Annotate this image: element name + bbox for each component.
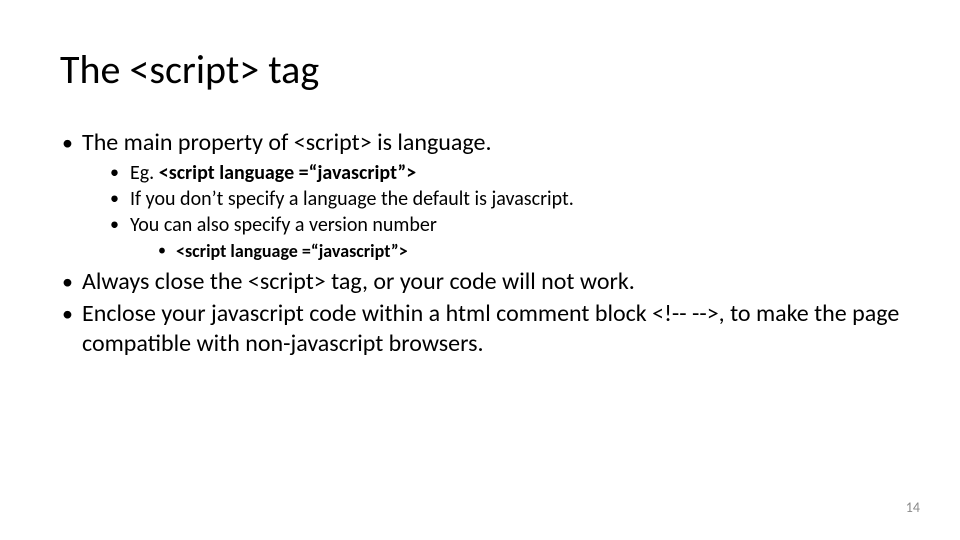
bullet-text: If you don’t specify a language the defa… — [130, 187, 574, 211]
bullet-close-tag: Always close the <script> tag, or your c… — [60, 267, 900, 297]
bullet-text: Enclose your javascript code within a ht… — [82, 299, 899, 358]
bullet-text: Eg. <script language =“javascript”> — [130, 161, 416, 185]
slide-title: The <script> tag — [60, 48, 900, 92]
code-snippet: <script language =“javascript”> — [159, 161, 416, 185]
bullet-list: The main property of <script> is languag… — [60, 128, 900, 359]
sub-sub-list: <script language =“javascript”> — [130, 240, 900, 263]
bullet-version: You can also specify a version number <s… — [108, 212, 900, 263]
sub-list: Eg. <script language =“javascript”> If y… — [82, 160, 900, 263]
slide: The <script> tag The main property of <s… — [0, 0, 960, 540]
bullet-text: You can also specify a version number — [130, 213, 437, 237]
bullet-version-example: <script language =“javascript”> — [156, 240, 900, 263]
bullet-text: Always close the <script> tag, or your c… — [82, 267, 635, 296]
page-number: 14 — [906, 499, 920, 516]
bullet-main-property: The main property of <script> is languag… — [60, 128, 900, 263]
bullet-comment-block: Enclose your javascript code within a ht… — [60, 299, 900, 359]
bullet-example: Eg. <script language =“javascript”> — [108, 160, 900, 186]
bullet-text: <script language =“javascript”> — [176, 240, 408, 262]
bullet-default-lang: If you don’t specify a language the defa… — [108, 186, 900, 212]
bullet-text: The main property of <script> is languag… — [82, 128, 492, 157]
